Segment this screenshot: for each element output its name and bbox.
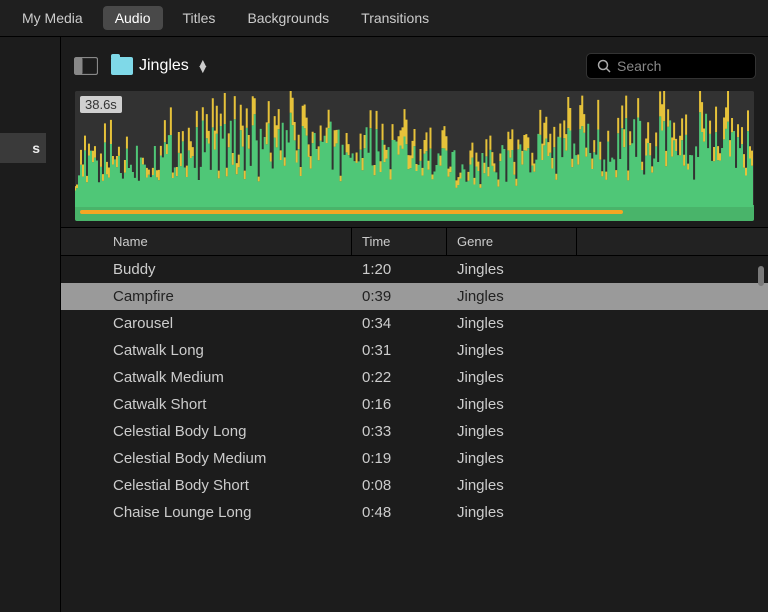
cell-genre: Jingles: [446, 418, 576, 445]
cell-time: 0:34: [351, 310, 446, 337]
table-row[interactable]: Chaise Lounge Long0:48Jingles: [61, 499, 768, 526]
cell-name: Campfire: [61, 283, 351, 310]
tab-bar: My Media Audio Titles Backgrounds Transition…: [0, 0, 768, 37]
folder-icon: [111, 57, 133, 75]
cell-name: Catwalk Short: [61, 391, 351, 418]
cell-genre: Jingles: [446, 499, 576, 526]
cell-extra: [576, 373, 768, 383]
cell-extra: [576, 400, 768, 410]
left-sidebar: s: [0, 37, 60, 612]
scrollbar-thumb[interactable]: [758, 266, 764, 286]
table-row[interactable]: Catwalk Medium0:22Jingles: [61, 364, 768, 391]
sidebar-item-label: s: [32, 140, 40, 156]
table-row[interactable]: Catwalk Short0:16Jingles: [61, 391, 768, 418]
cell-time: 0:48: [351, 499, 446, 526]
tab-titles[interactable]: Titles: [171, 6, 228, 30]
cell-time: 0:16: [351, 391, 446, 418]
cell-time: 0:39: [351, 283, 446, 310]
cell-extra: [576, 508, 768, 518]
table-row[interactable]: Catwalk Long0:31Jingles: [61, 337, 768, 364]
tab-audio[interactable]: Audio: [103, 6, 163, 30]
sidebar-item[interactable]: s: [0, 133, 46, 163]
search-placeholder: Search: [617, 58, 661, 74]
cell-name: Chaise Lounge Long: [61, 499, 351, 526]
cell-genre: Jingles: [446, 364, 576, 391]
tab-transitions[interactable]: Transitions: [349, 6, 441, 30]
table-row[interactable]: Campfire0:39Jingles: [61, 283, 768, 310]
tab-backgrounds[interactable]: Backgrounds: [235, 6, 341, 30]
cell-extra: [576, 292, 768, 302]
cell-genre: Jingles: [446, 472, 576, 499]
cell-time: 1:20: [351, 256, 446, 283]
table-row[interactable]: Buddy1:20Jingles: [61, 256, 768, 283]
toolbar: Jingles ▲▼ Search: [61, 37, 768, 91]
cell-genre: Jingles: [446, 337, 576, 364]
table-row[interactable]: Celestial Body Long0:33Jingles: [61, 418, 768, 445]
folder-label: Jingles: [139, 57, 189, 75]
column-header-time[interactable]: Time: [351, 228, 446, 255]
cell-genre: Jingles: [446, 310, 576, 337]
cell-time: 0:19: [351, 445, 446, 472]
cell-extra: [576, 319, 768, 329]
cell-time: 0:33: [351, 418, 446, 445]
waveform-graphic: [75, 91, 754, 221]
column-header-extra[interactable]: [576, 228, 768, 255]
cell-extra: [576, 481, 768, 491]
table-row[interactable]: Carousel0:34Jingles: [61, 310, 768, 337]
cell-genre: Jingles: [446, 283, 576, 310]
cell-name: Carousel: [61, 310, 351, 337]
cell-genre: Jingles: [446, 256, 576, 283]
cell-name: Celestial Body Long: [61, 418, 351, 445]
cell-time: 0:31: [351, 337, 446, 364]
cell-name: Catwalk Long: [61, 337, 351, 364]
waveform-time-badge: 38.6s: [80, 96, 122, 113]
sidebar-toggle-icon[interactable]: [73, 56, 99, 76]
cell-name: Celestial Body Medium: [61, 445, 351, 472]
cell-name: Celestial Body Short: [61, 472, 351, 499]
cell-time: 0:22: [351, 364, 446, 391]
cell-time: 0:08: [351, 472, 446, 499]
folder-picker[interactable]: Jingles ▲▼: [111, 57, 209, 75]
search-input[interactable]: Search: [586, 53, 756, 79]
table-header: Name Time Genre: [61, 228, 768, 256]
chevron-up-down-icon: ▲▼: [197, 60, 209, 72]
cell-extra: [576, 346, 768, 356]
search-icon: [597, 59, 611, 73]
table-row[interactable]: Celestial Body Medium0:19Jingles: [61, 445, 768, 472]
cell-genre: Jingles: [446, 445, 576, 472]
column-header-name[interactable]: Name: [61, 228, 351, 255]
cell-name: Catwalk Medium: [61, 364, 351, 391]
cell-extra: [576, 454, 768, 464]
tab-my-media[interactable]: My Media: [10, 6, 95, 30]
audio-table: Name Time Genre Buddy1:20JinglesCampfire…: [61, 227, 768, 612]
waveform-preview[interactable]: 38.6s: [75, 91, 754, 221]
waveform-progress-bar[interactable]: [80, 210, 623, 214]
cell-genre: Jingles: [446, 391, 576, 418]
cell-extra: [576, 265, 768, 275]
cell-name: Buddy: [61, 256, 351, 283]
cell-extra: [576, 427, 768, 437]
table-row[interactable]: Celestial Body Short0:08Jingles: [61, 472, 768, 499]
column-header-genre[interactable]: Genre: [446, 228, 576, 255]
